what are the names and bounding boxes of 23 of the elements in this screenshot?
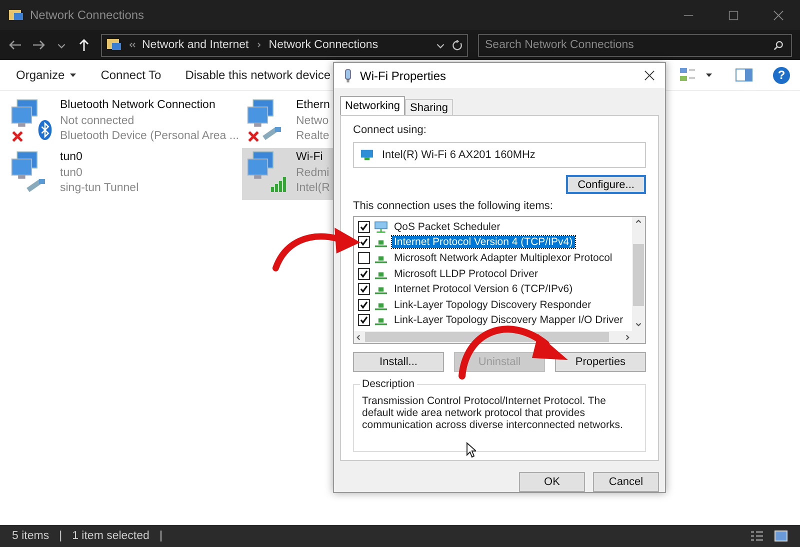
field-label: Connect using: bbox=[353, 124, 428, 136]
connection-status: tun0 bbox=[60, 166, 84, 180]
connection-device: sing-tun Tunnel bbox=[60, 181, 139, 196]
connection-name: Bluetooth Network Connection bbox=[60, 98, 216, 113]
adapter-name: Intel(R) Wi-Fi 6 AX201 160MHz bbox=[382, 149, 536, 161]
connection-status: Redmi bbox=[296, 166, 330, 180]
connection-device: Realte bbox=[296, 129, 330, 144]
connection-status: Not connected bbox=[60, 114, 136, 128]
connection-name: Wi-Fi bbox=[296, 150, 324, 165]
dialog-title: Wi-Fi Properties bbox=[360, 68, 446, 82]
status-text: | bbox=[59, 530, 62, 542]
description-text: Transmission Control Protocol/Internet Protocol. The default wide area network protocol that provides communication across diverse interconnected networks. bbox=[362, 395, 624, 431]
group-label: Description bbox=[360, 378, 417, 390]
field-label: This connection uses the following items: bbox=[353, 200, 554, 212]
status-text: 5 items bbox=[12, 530, 50, 542]
connection-device: Bluetooth Device (Personal Area ... bbox=[60, 129, 239, 144]
connection-name: tun0 bbox=[60, 150, 84, 165]
connection-status: Netwo bbox=[296, 114, 330, 128]
connection-name: Ethern bbox=[296, 98, 330, 113]
status-text: | bbox=[159, 530, 162, 542]
window-title: Network Connections bbox=[30, 8, 144, 22]
connection-device: Intel(R bbox=[296, 181, 330, 196]
status-text: 1 item selected bbox=[72, 530, 150, 542]
